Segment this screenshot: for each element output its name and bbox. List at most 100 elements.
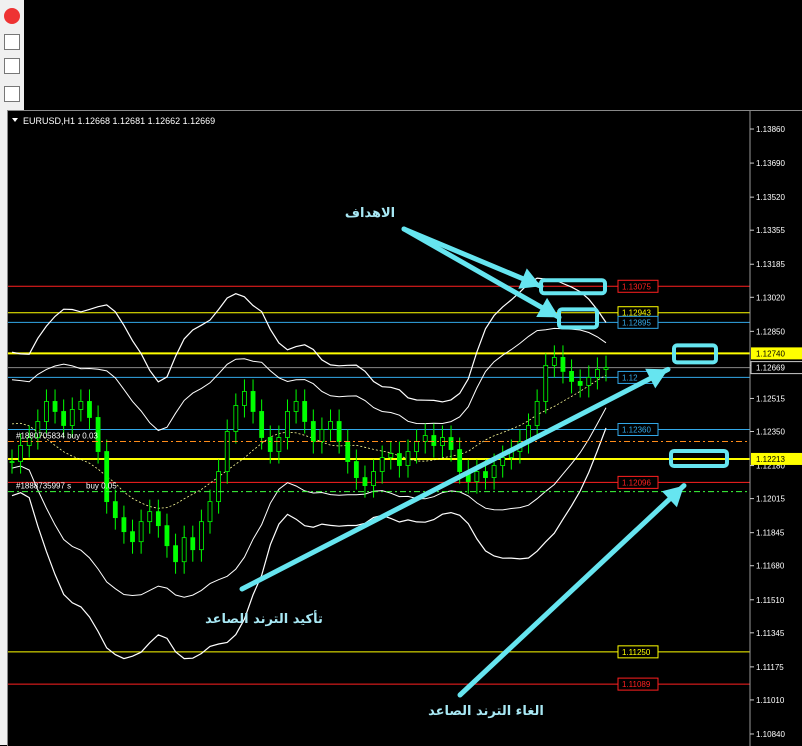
order-label: #1888735997 s <box>16 482 71 491</box>
candle-body <box>293 401 299 412</box>
arrow-shaft <box>457 483 687 698</box>
candle-body <box>379 457 385 472</box>
candle-body <box>371 471 376 486</box>
price-chart[interactable]: 1.130751.129431.128951.121.123601.120961… <box>8 111 802 746</box>
candle-body <box>310 421 316 442</box>
candle-body <box>9 461 15 463</box>
targets-annotation: الاهداف <box>345 206 395 221</box>
candle-body <box>405 451 411 466</box>
toolbar-icon[interactable] <box>4 86 20 102</box>
inner-band-upper <box>11 327 607 432</box>
y-tick-label: 1.12515 <box>756 394 785 403</box>
candle-body <box>328 421 333 430</box>
level-label: 1.12096 <box>622 478 651 487</box>
cancel-uptrend-annotation: الغاء الترند الصاعد <box>428 704 544 719</box>
inner-band-lower <box>11 407 607 598</box>
y-tick-label: 1.13520 <box>756 193 785 202</box>
y-tick-label: 1.11510 <box>756 596 785 605</box>
candle-body <box>155 511 161 527</box>
candle-body <box>44 401 49 422</box>
candle-body <box>87 401 92 418</box>
candle-body <box>422 435 428 442</box>
level-label: 1.11250 <box>622 648 651 657</box>
current-price-label: 1.12669 <box>756 364 785 373</box>
candle-body <box>594 369 600 378</box>
level-axis-label: 1.12213 <box>756 455 785 464</box>
candle-body <box>491 465 497 478</box>
y-tick-label: 1.11680 <box>756 562 785 571</box>
candle-body <box>61 411 67 426</box>
candle-body <box>414 441 420 452</box>
candle-body <box>173 545 178 563</box>
y-tick-label: 1.11345 <box>756 629 785 638</box>
y-tick-label: 1.12015 <box>756 495 785 504</box>
document-icon[interactable] <box>4 58 20 74</box>
candle-body <box>164 525 170 547</box>
y-tick-label: 1.13860 <box>756 125 785 134</box>
candle-body <box>474 471 480 482</box>
candle-body <box>336 421 342 442</box>
candle-body <box>302 401 308 422</box>
y-tick-label: 1.11175 <box>756 663 784 672</box>
candle-body <box>500 457 506 466</box>
outer-band-upper <box>11 277 607 403</box>
y-tick-label: 1.13355 <box>756 226 785 235</box>
candle-body <box>362 477 368 486</box>
candle-body <box>586 377 592 386</box>
candle-body <box>216 471 222 503</box>
candle-body <box>396 453 402 466</box>
candle-body <box>250 391 256 412</box>
level-label: 1.11089 <box>622 680 651 689</box>
y-tick-label: 1.12850 <box>756 327 785 336</box>
candle-body <box>233 405 239 432</box>
bollinger-bands <box>11 277 607 660</box>
candle-body <box>112 501 118 519</box>
candle-body <box>259 411 265 438</box>
candle-body <box>147 511 153 523</box>
candle-body <box>448 437 454 450</box>
price-axis: 1.13860 1.13690 1.13520 1.13355 1.13185 1.130… <box>749 111 802 746</box>
chart-window[interactable]: 1.13075 1.12943 1.12895 1.12 1.12360 1.12096 1… <box>7 110 802 746</box>
candle-body <box>603 367 609 370</box>
confirm-uptrend-annotation: تأكيد الترند الصاعد <box>205 610 323 627</box>
candle-body <box>551 356 557 366</box>
chart-header: EURUSD,H1 1.12668 1.12681 1.12662 1.1266… <box>12 116 215 126</box>
order-label: #1880705834 buy 0.03 <box>16 432 98 441</box>
candle-body <box>138 521 144 543</box>
candle-body <box>560 356 566 372</box>
candle-body <box>276 437 282 452</box>
candle-body <box>52 401 58 412</box>
candle-body <box>285 411 290 438</box>
app-logo-icon <box>4 8 20 24</box>
arrow-shaft <box>401 226 562 320</box>
candle-body <box>190 537 196 551</box>
y-tick-label: 1.13185 <box>756 260 785 269</box>
candle-body <box>104 451 110 503</box>
top-area <box>24 0 802 110</box>
candle-body <box>18 445 24 462</box>
candle-body <box>534 401 540 426</box>
candle-body <box>130 531 135 543</box>
candle-body <box>121 517 127 533</box>
y-tick-label: 1.11010 <box>756 696 785 705</box>
level-label: 1.12895 <box>622 318 651 327</box>
order-label: buy 0.05 <box>86 482 117 491</box>
candle-body <box>577 381 583 386</box>
candle-body <box>224 431 230 472</box>
y-tick-label: 1.11845 <box>756 529 785 538</box>
candle-body <box>457 449 463 472</box>
y-tick-label: 1.12350 <box>756 428 785 437</box>
candle-body <box>345 441 351 462</box>
y-tick-label: 1.13690 <box>756 159 785 168</box>
candle-body <box>181 537 187 563</box>
candle-body <box>198 521 204 551</box>
chart-window-icon[interactable] <box>4 34 20 50</box>
level-label: 1.12 <box>622 373 638 382</box>
dropdown-triangle-icon[interactable] <box>12 118 18 122</box>
price-levels: 1.130751.129431.128951.121.123601.120961… <box>8 279 750 691</box>
candle-body <box>431 435 437 446</box>
candle-body <box>69 409 75 426</box>
candle-body <box>319 429 325 442</box>
candle-body <box>267 437 273 452</box>
candle-body <box>353 461 359 478</box>
